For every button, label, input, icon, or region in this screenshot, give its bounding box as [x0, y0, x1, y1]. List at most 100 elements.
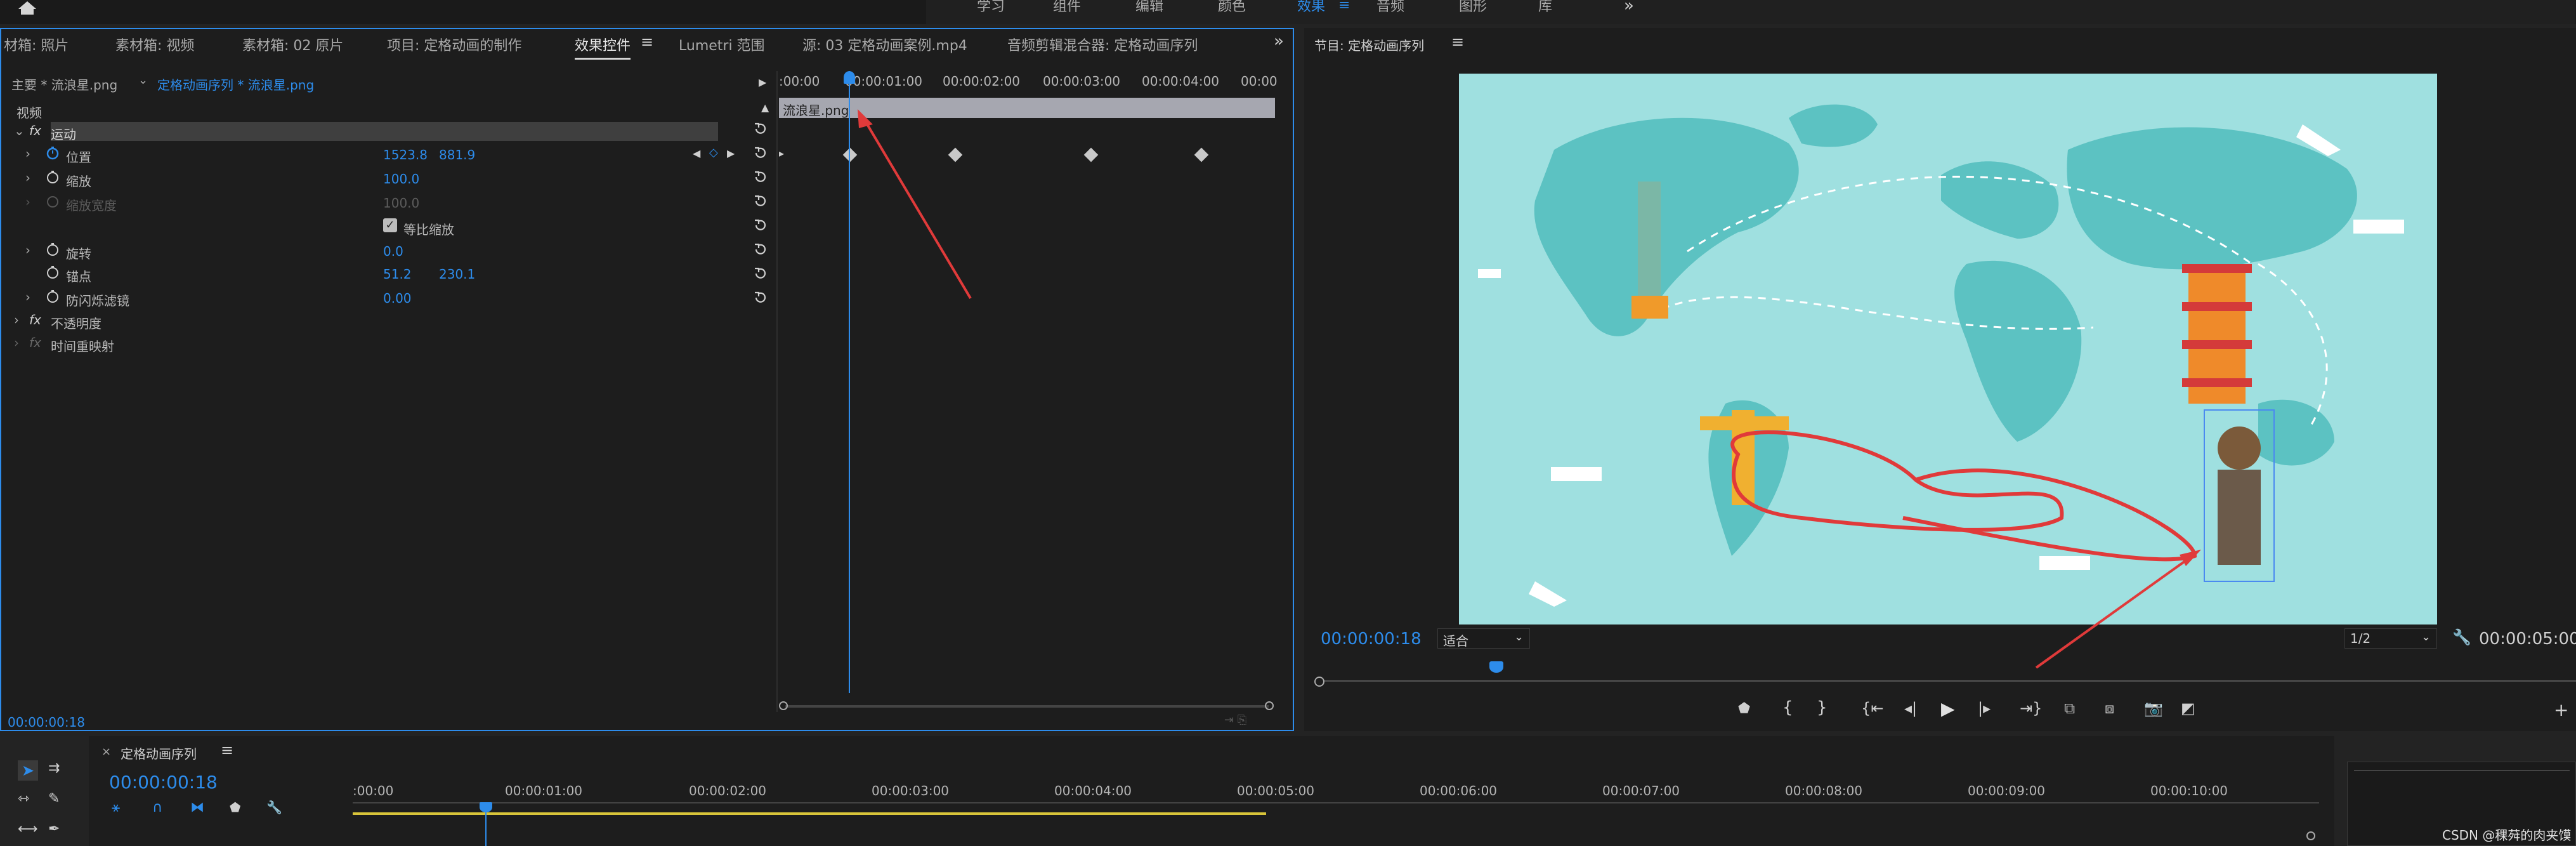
camera-icon[interactable]: 📷 — [2144, 699, 2163, 717]
reset-icon[interactable] — [752, 241, 769, 258]
tab-bin-raw[interactable]: 素材箱: 02 原片 — [242, 34, 343, 55]
wrench-icon[interactable]: 🔧 — [266, 800, 282, 815]
ec-current-time[interactable]: 00:00:00:18 — [8, 715, 85, 730]
play-icon[interactable]: ▶ — [1941, 698, 1955, 719]
workspace-libraries[interactable]: 库 — [1538, 0, 1552, 15]
snap-icon[interactable]: ∩ — [152, 800, 162, 816]
rotation-value[interactable]: 0.0 — [383, 244, 403, 259]
timeline-title[interactable]: 定格动画序列 — [121, 744, 197, 762]
tab-effect-controls[interactable]: 效果控件 — [575, 34, 631, 60]
work-area-bar[interactable] — [353, 812, 1266, 815]
anchor-y-value[interactable]: 230.1 — [439, 267, 475, 282]
chevron-right-icon[interactable]: › — [25, 146, 30, 161]
tab-audio-clip-mixer[interactable]: 音频剪辑混合器: 定格动画序列 — [1007, 34, 1198, 55]
reset-icon[interactable] — [752, 289, 769, 306]
program-scrubber[interactable] — [1314, 661, 2576, 687]
selection-tool-icon[interactable]: ➤ — [18, 760, 38, 781]
ec-playhead-handle[interactable] — [844, 71, 855, 84]
close-icon[interactable]: × — [101, 745, 111, 758]
play-only-clip-icon[interactable]: ▶ — [759, 76, 766, 88]
tab-project[interactable]: 项目: 定格动画的制作 — [387, 34, 521, 55]
reset-icon[interactable] — [752, 145, 769, 161]
next-keyframe-icon[interactable]: ▶ — [727, 147, 735, 159]
home-icon[interactable] — [16, 0, 38, 15]
reset-icon[interactable] — [752, 193, 769, 209]
timeline-scroll-handle[interactable] — [2306, 831, 2315, 840]
more-workspaces-icon[interactable]: » — [1624, 0, 1634, 15]
wrench-icon[interactable]: 🔧 — [2452, 628, 2471, 646]
stopwatch-icon[interactable] — [46, 265, 60, 279]
mark-out-icon[interactable]: } — [1817, 698, 1827, 717]
opacity-label[interactable]: 不透明度 — [51, 314, 101, 332]
fit-dropdown[interactable]: 适合 ⌄ — [1437, 628, 1530, 649]
track-select-tool-icon[interactable]: ⇉ — [48, 760, 60, 776]
workspace-learning[interactable]: 学习 — [977, 0, 1005, 15]
mark-in-icon[interactable]: { — [1782, 698, 1793, 717]
stopwatch-icon[interactable] — [46, 242, 60, 256]
razor-tool-icon[interactable]: ✎ — [48, 791, 60, 807]
workspace-effects[interactable]: 效果 — [1297, 0, 1325, 15]
chevron-right-icon[interactable]: › — [14, 312, 19, 327]
step-forward-icon[interactable]: |▸ — [1978, 699, 1991, 717]
scrollbar-handle-left[interactable] — [779, 701, 788, 710]
ec-zoom-scrollbar[interactable] — [779, 699, 1275, 713]
anchor-x-value[interactable]: 51.2 — [383, 267, 412, 282]
chevron-right-icon[interactable]: › — [25, 289, 30, 305]
ripple-edit-tool-icon[interactable]: ⇿ — [18, 791, 29, 807]
scroll-up-icon[interactable]: ▲ — [761, 102, 769, 114]
reset-icon[interactable] — [752, 169, 769, 185]
add-keyframe-icon[interactable]: ◇ — [709, 146, 718, 159]
program-title[interactable]: 节目: 定格动画序列 — [1314, 36, 1424, 54]
position-y-value[interactable]: 881.9 — [439, 147, 475, 162]
go-to-in-icon[interactable]: {⇤ — [1861, 699, 1883, 717]
reset-icon[interactable] — [752, 217, 769, 234]
comparison-view-icon[interactable]: ◩ — [2181, 699, 2195, 717]
chevron-right-icon[interactable]: › — [25, 170, 30, 185]
step-back-icon[interactable]: ◂| — [1904, 699, 1917, 717]
linked-selection-icon[interactable]: ⧓ — [190, 800, 204, 816]
flicker-value[interactable]: 0.00 — [383, 291, 412, 306]
reset-icon[interactable] — [752, 265, 769, 282]
time-remap-label[interactable]: 时间重映射 — [51, 336, 114, 355]
pen-tool-icon[interactable]: ✒ — [48, 821, 60, 837]
workspace-assembly[interactable]: 组件 — [1053, 0, 1081, 15]
timeline-ruler[interactable]: :00:00 00:00:01:00 00:00:02:00 00:00:03:… — [353, 783, 2319, 821]
workspace-menu-icon[interactable]: ≡ — [1338, 0, 1350, 13]
add-button-icon[interactable]: + — [2554, 699, 2568, 720]
nest-icon[interactable]: ⚹ — [112, 800, 120, 816]
stopwatch-icon[interactable] — [46, 170, 60, 184]
more-tabs-icon[interactable]: » — [1274, 32, 1284, 51]
scrollbar-handle-right[interactable] — [1265, 701, 1274, 710]
go-to-out-icon[interactable]: ⇥} — [2020, 699, 2042, 717]
panel-menu-icon[interactable]: ≡ — [221, 741, 233, 759]
stopwatch-active-icon[interactable] — [46, 146, 60, 160]
slip-tool-icon[interactable]: ⟷ — [18, 821, 38, 837]
tab-source[interactable]: 源: 03 定格动画案例.mp4 — [802, 34, 967, 55]
workspace-audio[interactable]: 音频 — [1376, 0, 1404, 15]
chevron-down-icon[interactable]: ⌄ — [138, 74, 148, 87]
tab-bin-video[interactable]: 素材箱: 视频 — [115, 34, 194, 55]
keyframe-marker[interactable] — [1083, 147, 1099, 162]
program-video-frame[interactable] — [1459, 74, 2437, 625]
extract-icon[interactable]: ⧈ — [2105, 699, 2114, 717]
keyframe-marker[interactable] — [1194, 147, 1209, 162]
lift-icon[interactable]: ⧉ — [2064, 699, 2075, 717]
sequence-clip-label[interactable]: 定格动画序列 * 流浪星.png — [157, 75, 314, 93]
resolution-dropdown[interactable]: 1/2 ⌄ — [2344, 628, 2437, 649]
scale-value[interactable]: 100.0 — [383, 171, 419, 187]
reset-icon[interactable] — [752, 121, 769, 137]
workspace-color[interactable]: 颜色 — [1218, 0, 1246, 15]
workspace-graphics[interactable]: 图形 — [1459, 0, 1487, 15]
scrubber-handle-left[interactable] — [1314, 677, 1324, 687]
position-x-value[interactable]: 1523.8 — [383, 147, 428, 162]
stopwatch-icon[interactable] — [46, 289, 60, 303]
panel-menu-icon[interactable]: ≡ — [1451, 33, 1464, 51]
chevron-down-icon[interactable]: ⌄ — [14, 123, 25, 138]
uniform-scale-checkbox[interactable]: ✓ — [383, 218, 397, 232]
scrubber-playhead[interactable] — [1489, 661, 1503, 673]
prev-keyframe-icon[interactable]: ◀ — [693, 147, 700, 159]
chevron-right-icon[interactable]: › — [14, 335, 19, 350]
master-clip-label[interactable]: 主要 * 流浪星.png — [11, 75, 117, 93]
tab-bin-photos[interactable]: 材箱: 照片 — [4, 34, 69, 55]
program-timecode[interactable]: 00:00:00:18 — [1321, 630, 1422, 649]
